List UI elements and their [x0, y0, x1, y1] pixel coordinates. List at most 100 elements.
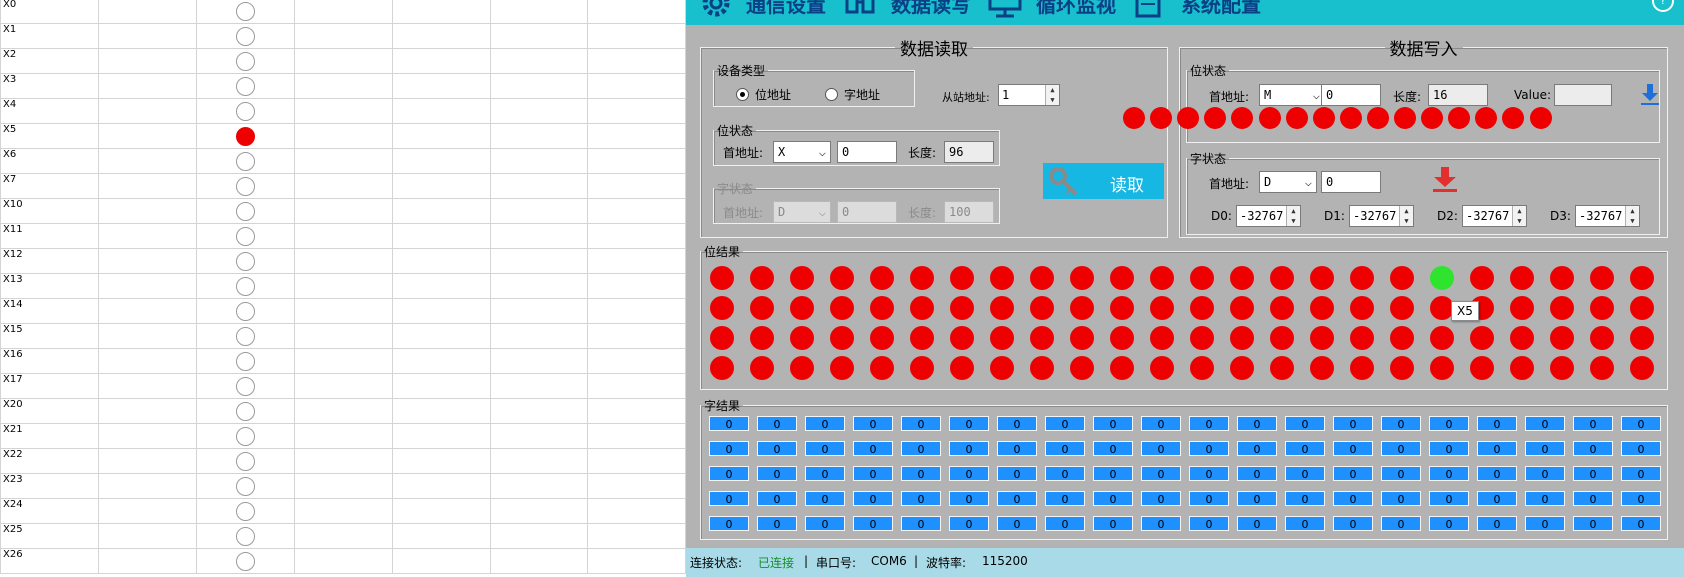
sheet-label-cell[interactable]: X24 — [0, 498, 100, 524]
sheet-cell[interactable] — [391, 523, 491, 549]
spin-down-icon[interactable]: ▼ — [1287, 216, 1300, 226]
write-bit-led[interactable] — [1123, 107, 1145, 129]
sheet-cell[interactable] — [98, 48, 197, 74]
sheet-cell[interactable] — [587, 423, 686, 449]
bit-result-led[interactable] — [1350, 326, 1374, 350]
sheet-cell[interactable] — [294, 298, 393, 324]
bit-result-led[interactable] — [1070, 356, 1094, 380]
spin-up-icon[interactable]: ▲ — [1513, 206, 1526, 216]
sheet-cell[interactable] — [98, 498, 197, 524]
sheet-indicator-cell[interactable] — [195, 73, 296, 99]
bit-result-led[interactable] — [1590, 266, 1614, 290]
bit-result-led[interactable] — [1230, 266, 1254, 290]
menu-loop-monitor[interactable]: 循环监视 — [986, 0, 1116, 18]
sheet-cell[interactable] — [391, 248, 491, 274]
sheet-cell[interactable] — [98, 148, 197, 174]
sheet-cell[interactable] — [294, 423, 393, 449]
bit-result-led[interactable] — [1550, 356, 1574, 380]
write-bit-led[interactable] — [1285, 107, 1308, 129]
sheet-label-cell[interactable]: X4 — [0, 98, 100, 124]
read-word-addr-select[interactable]: D ⌵ — [773, 201, 831, 223]
bit-result-led[interactable] — [830, 296, 854, 320]
sheet-cell[interactable] — [489, 373, 589, 399]
sheet-cell[interactable] — [391, 48, 491, 74]
bit-result-led[interactable] — [1470, 266, 1494, 290]
sheet-cell[interactable] — [294, 323, 393, 349]
bit-result-led[interactable] — [1230, 326, 1254, 350]
bit-result-led[interactable] — [1190, 326, 1214, 350]
sheet-cell[interactable] — [98, 223, 197, 249]
sheet-cell[interactable] — [98, 548, 197, 574]
bit-result-led[interactable] — [910, 356, 934, 380]
spin-down-icon[interactable]: ▼ — [1400, 216, 1413, 226]
sheet-label-cell[interactable]: X1 — [0, 23, 100, 49]
write-bit-led[interactable] — [1366, 107, 1389, 129]
sheet-cell[interactable] — [294, 173, 393, 199]
bit-result-led[interactable] — [830, 356, 854, 380]
bit-result-led[interactable] — [1150, 266, 1174, 290]
bit-result-led[interactable] — [1030, 326, 1054, 350]
bit-result-led[interactable] — [750, 296, 774, 320]
sheet-cell[interactable] — [587, 448, 686, 474]
bit-result-led[interactable] — [710, 326, 734, 350]
write-bit-addr-select[interactable]: M ⌵ — [1259, 84, 1325, 106]
bit-result-led[interactable] — [1310, 356, 1334, 380]
menu-data-rw[interactable]: 数据读写 — [841, 0, 971, 18]
bit-result-led[interactable] — [790, 266, 814, 290]
sheet-label-cell[interactable]: X6 — [0, 148, 100, 174]
bit-result-led[interactable] — [1350, 296, 1374, 320]
spinner-buttons[interactable]: ▲ ▼ — [1625, 206, 1639, 226]
sheet-indicator-cell[interactable] — [195, 223, 296, 249]
sheet-label-cell[interactable]: X21 — [0, 423, 100, 449]
sheet-indicator-cell[interactable] — [195, 98, 296, 124]
sheet-label-cell[interactable]: X20 — [0, 398, 100, 424]
sheet-cell[interactable] — [294, 448, 393, 474]
spin-up-icon[interactable]: ▲ — [1046, 85, 1059, 95]
sheet-cell[interactable] — [391, 423, 491, 449]
bit-result-led[interactable] — [1310, 266, 1334, 290]
sheet-cell[interactable] — [391, 173, 491, 199]
bit-result-led[interactable] — [1510, 326, 1534, 350]
bit-result-led[interactable] — [1030, 266, 1054, 290]
menu-system-config[interactable]: 系统配置 — [1131, 0, 1261, 18]
spinner-buttons[interactable]: ▲ ▼ — [1045, 85, 1059, 105]
sheet-cell[interactable] — [98, 348, 197, 374]
sheet-cell[interactable] — [294, 73, 393, 99]
bit-result-led[interactable] — [870, 266, 894, 290]
help-icon[interactable]: ? — [1652, 0, 1674, 12]
bit-result-led[interactable] — [1590, 356, 1614, 380]
bit-result-led[interactable] — [1630, 356, 1654, 380]
sheet-cell[interactable] — [391, 98, 491, 124]
sheet-cell[interactable] — [294, 398, 393, 424]
bit-result-led[interactable] — [1510, 296, 1534, 320]
bit-result-led[interactable] — [790, 296, 814, 320]
sheet-cell[interactable] — [489, 298, 589, 324]
sheet-indicator-cell[interactable] — [195, 348, 296, 374]
spin-down-icon[interactable]: ▼ — [1626, 216, 1639, 226]
sheet-indicator-cell[interactable] — [195, 323, 296, 349]
sheet-cell[interactable] — [587, 48, 686, 74]
read-bit-offset-input[interactable]: 0 — [837, 141, 897, 163]
sheet-cell[interactable] — [489, 348, 589, 374]
sheet-label-cell[interactable]: X5 — [0, 123, 100, 149]
sheet-cell[interactable] — [489, 23, 589, 49]
sheet-cell[interactable] — [98, 98, 197, 124]
bit-result-led[interactable] — [910, 326, 934, 350]
sheet-cell[interactable] — [294, 123, 393, 149]
sheet-cell[interactable] — [391, 273, 491, 299]
sheet-cell[interactable] — [391, 398, 491, 424]
bit-result-led[interactable] — [1390, 296, 1414, 320]
sheet-indicator-cell[interactable] — [195, 0, 296, 24]
sheet-cell[interactable] — [587, 398, 686, 424]
sheet-cell[interactable] — [391, 373, 491, 399]
bit-address-radio[interactable]: 位地址 — [736, 86, 791, 103]
bit-result-led[interactable] — [1630, 266, 1654, 290]
bit-result-led[interactable] — [1230, 356, 1254, 380]
sheet-cell[interactable] — [98, 23, 197, 49]
write-bit-offset-input[interactable]: 0 — [1321, 84, 1381, 106]
sheet-cell[interactable] — [489, 523, 589, 549]
bit-result-led[interactable] — [1470, 356, 1494, 380]
read-bit-length-input[interactable]: 96 — [944, 141, 994, 163]
sheet-cell[interactable] — [391, 448, 491, 474]
slave-address-spinner[interactable]: 1 ▲ ▼ — [998, 84, 1060, 106]
